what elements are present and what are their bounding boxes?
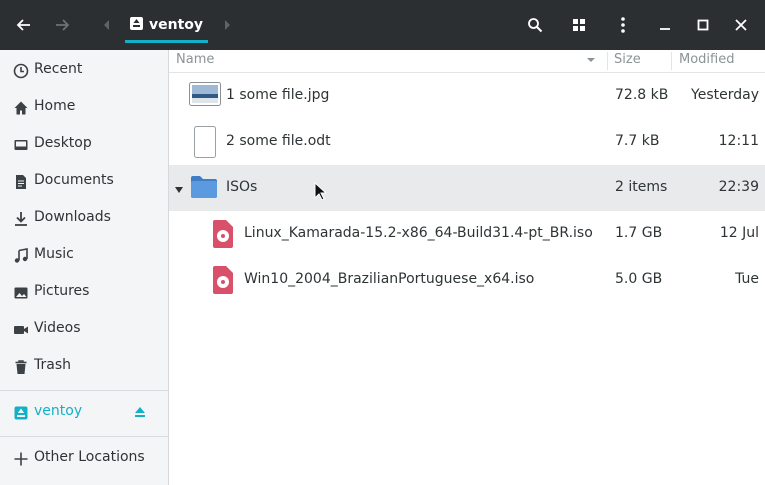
file-modified: 12:11 xyxy=(718,133,759,149)
column-size[interactable]: Size xyxy=(614,52,641,67)
desktop-icon xyxy=(12,136,30,154)
file-row[interactable]: Win10_2004_BrazilianPortuguese_x64.iso 5… xyxy=(169,257,765,303)
sidebar-item-trash[interactable]: Trash xyxy=(0,348,168,385)
minimize-icon[interactable] xyxy=(650,0,680,50)
file-name: Linux_Kamarada-15.2-x86_64-Build31.4-pt_… xyxy=(244,225,593,241)
file-name: 2 some file.odt xyxy=(226,133,331,149)
file-name: 1 some file.jpg xyxy=(226,87,330,103)
drive-icon xyxy=(129,16,143,34)
file-size: 72.8 kB xyxy=(615,87,669,103)
sidebar-item-label: Videos xyxy=(34,320,81,336)
path-active-indicator xyxy=(125,40,208,43)
disc-image-icon xyxy=(213,220,233,252)
document-file-icon xyxy=(194,126,216,162)
sidebar-item-label: Other Locations xyxy=(34,449,145,465)
sidebar-item-pictures[interactable]: Pictures xyxy=(0,274,168,311)
sidebar-item-downloads[interactable]: Downloads xyxy=(0,200,168,237)
sidebar-item-ventoy[interactable]: ventoy xyxy=(0,394,168,431)
sidebar-item-label: Trash xyxy=(34,357,71,373)
sidebar: Recent Home Desktop Documents Downloads … xyxy=(0,50,169,485)
menu-dots-icon[interactable] xyxy=(608,0,638,50)
sidebar-item-label: ventoy xyxy=(34,403,83,419)
file-size: 5.0 GB xyxy=(615,271,663,287)
path-right-icon[interactable] xyxy=(220,0,236,50)
column-name[interactable]: Name xyxy=(176,52,214,67)
sidebar-separator xyxy=(0,436,168,437)
download-icon xyxy=(12,210,30,228)
file-modified: Yesterday xyxy=(691,87,759,103)
image-file-icon xyxy=(189,82,221,110)
folder-icon xyxy=(191,176,217,202)
file-row[interactable]: Linux_Kamarada-15.2-x86_64-Build31.4-pt_… xyxy=(169,211,765,257)
column-separator xyxy=(607,52,608,70)
path-label: ventoy xyxy=(148,17,204,33)
music-icon xyxy=(12,247,30,265)
maximize-icon[interactable] xyxy=(688,0,718,50)
sidebar-item-music[interactable]: Music xyxy=(0,237,168,274)
sidebar-item-label: Desktop xyxy=(34,135,92,151)
sidebar-item-label: Documents xyxy=(34,172,114,188)
eject-icon[interactable] xyxy=(133,405,147,423)
view-grid-icon[interactable] xyxy=(564,0,594,50)
expander-down-icon[interactable] xyxy=(174,183,184,199)
sidebar-item-label: Music xyxy=(34,246,74,262)
file-row[interactable]: 1 some file.jpg 72.8 kB Yesterday xyxy=(169,73,765,119)
column-header: Name Size Modified xyxy=(169,50,765,73)
drive-icon xyxy=(12,404,30,422)
sidebar-item-home[interactable]: Home xyxy=(0,89,168,126)
file-name: ISOs xyxy=(226,179,258,195)
sidebar-item-recent[interactable]: Recent xyxy=(0,52,168,89)
home-icon xyxy=(12,99,30,117)
sort-down-icon[interactable] xyxy=(586,54,596,69)
file-size: 7.7 kB xyxy=(615,133,660,149)
sidebar-separator xyxy=(0,390,168,391)
sidebar-item-videos[interactable]: Videos xyxy=(0,311,168,348)
file-modified: 12 Jul xyxy=(719,225,759,241)
file-size: 2 items xyxy=(615,179,668,195)
mouse-cursor-icon xyxy=(314,181,328,205)
file-modified: 22:39 xyxy=(718,179,759,195)
file-name: Win10_2004_BrazilianPortuguese_x64.iso xyxy=(244,271,535,287)
search-icon[interactable] xyxy=(520,0,550,50)
back-icon[interactable] xyxy=(10,0,38,50)
sidebar-item-label: Downloads xyxy=(34,209,111,225)
close-icon[interactable] xyxy=(726,0,756,50)
video-icon xyxy=(12,321,30,339)
disc-image-icon xyxy=(213,266,233,298)
picture-icon xyxy=(12,284,30,302)
clock-icon xyxy=(12,62,30,80)
header-bar: ventoy xyxy=(0,0,765,50)
column-modified[interactable]: Modified xyxy=(679,52,734,67)
forward-icon[interactable] xyxy=(48,0,76,50)
sidebar-item-label: Recent xyxy=(34,61,83,77)
file-row[interactable]: 2 some file.odt 7.7 kB 12:11 xyxy=(169,119,765,165)
file-list: Name Size Modified 1 some file.jpg 72.8 … xyxy=(169,50,765,485)
document-icon xyxy=(12,173,30,191)
trash-icon xyxy=(12,358,30,376)
sidebar-item-other-locations[interactable]: Other Locations xyxy=(0,440,168,477)
path-left-icon[interactable] xyxy=(98,0,114,50)
sidebar-item-desktop[interactable]: Desktop xyxy=(0,126,168,163)
plus-icon xyxy=(12,450,30,468)
sidebar-item-label: Pictures xyxy=(34,283,90,299)
sidebar-item-documents[interactable]: Documents xyxy=(0,163,168,200)
sidebar-item-label: Home xyxy=(34,98,76,114)
column-separator xyxy=(671,52,672,70)
file-size: 1.7 GB xyxy=(615,225,663,241)
folder-row[interactable]: ISOs 2 items 22:39 xyxy=(169,165,765,211)
file-modified: Tue xyxy=(735,271,759,287)
